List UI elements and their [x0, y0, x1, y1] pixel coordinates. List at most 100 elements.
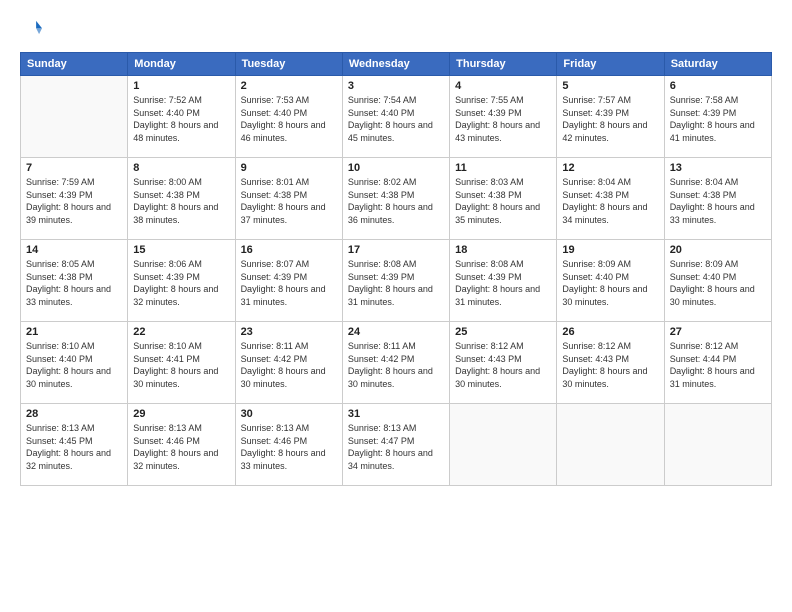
weekday-thursday: Thursday — [450, 53, 557, 76]
week-row-4: 28 Sunrise: 8:13 AMSunset: 4:45 PMDayligh… — [21, 404, 772, 486]
day-cell: 26Sunrise: 8:12 AMSunset: 4:43 PMDayligh… — [557, 322, 664, 404]
header — [20, 18, 772, 40]
weekday-header-row: SundayMondayTuesdayWednesdayThursdayFrid… — [21, 53, 772, 76]
day-number: 18 — [455, 244, 551, 256]
day-number: 23 — [241, 326, 337, 338]
day-cell: 8 Sunrise: 8:00 AMSunset: 4:38 PMDaylight… — [128, 158, 235, 240]
day-cell: 22 Sunrise: 8:10 AMSunset: 4:41 PMDayligh… — [128, 322, 235, 404]
day-cell: 7 Sunrise: 7:59 AMSunset: 4:39 PMDaylight… — [21, 158, 128, 240]
day-info: Sunrise: 7:58 AMSunset: 4:39 PMDaylight:… — [670, 94, 766, 144]
day-number: 26 — [562, 326, 658, 338]
day-number: 21 — [26, 326, 122, 338]
week-row-1: 7 Sunrise: 7:59 AMSunset: 4:39 PMDaylight… — [21, 158, 772, 240]
day-cell: 29 Sunrise: 8:13 AMSunset: 4:46 PMDayligh… — [128, 404, 235, 486]
day-cell: 5 Sunrise: 7:57 AMSunset: 4:39 PMDaylight… — [557, 76, 664, 158]
day-cell: 2Sunrise: 7:53 AMSunset: 4:40 PMDaylight… — [235, 76, 342, 158]
week-row-2: 14 Sunrise: 8:05 AMSunset: 4:38 PMDayligh… — [21, 240, 772, 322]
day-cell: 21 Sunrise: 8:10 AMSunset: 4:40 PMDayligh… — [21, 322, 128, 404]
day-info: Sunrise: 8:08 AMSunset: 4:39 PMDaylight:… — [455, 258, 551, 308]
day-number: 28 — [26, 408, 122, 420]
day-info: Sunrise: 8:13 AMSunset: 4:45 PMDaylight:… — [26, 422, 122, 472]
day-info: Sunrise: 8:08 AMSunset: 4:39 PMDaylight:… — [348, 258, 444, 308]
day-cell: 31 Sunrise: 8:13 AMSunset: 4:47 PMDayligh… — [342, 404, 449, 486]
day-info: Sunrise: 8:03 AMSunset: 4:38 PMDaylight:… — [455, 176, 551, 226]
day-cell: 12Sunrise: 8:04 AMSunset: 4:38 PMDayligh… — [557, 158, 664, 240]
day-info: Sunrise: 8:13 AMSunset: 4:46 PMDaylight:… — [133, 422, 229, 472]
day-cell: 20 Sunrise: 8:09 AMSunset: 4:40 PMDayligh… — [664, 240, 771, 322]
day-cell: 1 Sunrise: 7:52 AMSunset: 4:40 PMDaylight… — [128, 76, 235, 158]
day-number: 30 — [241, 408, 337, 420]
day-info: Sunrise: 8:06 AMSunset: 4:39 PMDaylight:… — [133, 258, 229, 308]
day-number: 11 — [455, 162, 551, 174]
day-info: Sunrise: 8:10 AMSunset: 4:41 PMDaylight:… — [133, 340, 229, 390]
weekday-wednesday: Wednesday — [342, 53, 449, 76]
day-cell: 15Sunrise: 8:06 AMSunset: 4:39 PMDayligh… — [128, 240, 235, 322]
day-info: Sunrise: 8:11 AMSunset: 4:42 PMDaylight:… — [348, 340, 444, 390]
calendar-table: SundayMondayTuesdayWednesdayThursdayFrid… — [20, 52, 772, 486]
day-info: Sunrise: 8:09 AMSunset: 4:40 PMDaylight:… — [670, 258, 766, 308]
day-number: 9 — [241, 162, 337, 174]
weekday-saturday: Saturday — [664, 53, 771, 76]
day-info: Sunrise: 8:01 AMSunset: 4:38 PMDaylight:… — [241, 176, 337, 226]
day-info: Sunrise: 8:13 AMSunset: 4:47 PMDaylight:… — [348, 422, 444, 472]
day-info: Sunrise: 8:12 AMSunset: 4:44 PMDaylight:… — [670, 340, 766, 390]
day-number: 8 — [133, 162, 229, 174]
day-number: 14 — [26, 244, 122, 256]
day-info: Sunrise: 8:12 AMSunset: 4:43 PMDaylight:… — [455, 340, 551, 390]
day-info: Sunrise: 7:55 AMSunset: 4:39 PMDaylight:… — [455, 94, 551, 144]
day-number: 1 — [133, 80, 229, 92]
day-cell: 28 Sunrise: 8:13 AMSunset: 4:45 PMDayligh… — [21, 404, 128, 486]
day-info: Sunrise: 8:07 AMSunset: 4:39 PMDaylight:… — [241, 258, 337, 308]
day-cell: 18 Sunrise: 8:08 AMSunset: 4:39 PMDayligh… — [450, 240, 557, 322]
day-number: 12 — [562, 162, 658, 174]
day-number: 13 — [670, 162, 766, 174]
page: SundayMondayTuesdayWednesdayThursdayFrid… — [0, 0, 792, 612]
day-number: 19 — [562, 244, 658, 256]
day-info: Sunrise: 8:11 AMSunset: 4:42 PMDaylight:… — [241, 340, 337, 390]
day-info: Sunrise: 8:00 AMSunset: 4:38 PMDaylight:… — [133, 176, 229, 226]
day-cell: 24Sunrise: 8:11 AMSunset: 4:42 PMDayligh… — [342, 322, 449, 404]
day-info: Sunrise: 8:10 AMSunset: 4:40 PMDaylight:… — [26, 340, 122, 390]
day-cell: 6Sunrise: 7:58 AMSunset: 4:39 PMDaylight… — [664, 76, 771, 158]
day-cell: 13 Sunrise: 8:04 AMSunset: 4:38 PMDayligh… — [664, 158, 771, 240]
day-info: Sunrise: 8:02 AMSunset: 4:38 PMDaylight:… — [348, 176, 444, 226]
day-number: 25 — [455, 326, 551, 338]
day-cell: 27Sunrise: 8:12 AMSunset: 4:44 PMDayligh… — [664, 322, 771, 404]
day-cell: 11 Sunrise: 8:03 AMSunset: 4:38 PMDayligh… — [450, 158, 557, 240]
weekday-monday: Monday — [128, 53, 235, 76]
day-number: 3 — [348, 80, 444, 92]
day-info: Sunrise: 7:52 AMSunset: 4:40 PMDaylight:… — [133, 94, 229, 144]
day-number: 31 — [348, 408, 444, 420]
weekday-tuesday: Tuesday — [235, 53, 342, 76]
day-cell — [664, 404, 771, 486]
day-cell: 25 Sunrise: 8:12 AMSunset: 4:43 PMDayligh… — [450, 322, 557, 404]
day-info: Sunrise: 7:57 AMSunset: 4:39 PMDaylight:… — [562, 94, 658, 144]
day-info: Sunrise: 8:13 AMSunset: 4:46 PMDaylight:… — [241, 422, 337, 472]
day-number: 17 — [348, 244, 444, 256]
day-info: Sunrise: 7:53 AMSunset: 4:40 PMDaylight:… — [241, 94, 337, 144]
week-row-3: 21 Sunrise: 8:10 AMSunset: 4:40 PMDayligh… — [21, 322, 772, 404]
day-cell — [450, 404, 557, 486]
day-cell: 10 Sunrise: 8:02 AMSunset: 4:38 PMDayligh… — [342, 158, 449, 240]
day-number: 22 — [133, 326, 229, 338]
day-cell — [21, 76, 128, 158]
day-number: 5 — [562, 80, 658, 92]
day-cell: 14 Sunrise: 8:05 AMSunset: 4:38 PMDayligh… — [21, 240, 128, 322]
day-number: 29 — [133, 408, 229, 420]
day-cell: 19 Sunrise: 8:09 AMSunset: 4:40 PMDayligh… — [557, 240, 664, 322]
day-cell: 17 Sunrise: 8:08 AMSunset: 4:39 PMDayligh… — [342, 240, 449, 322]
day-info: Sunrise: 8:05 AMSunset: 4:38 PMDaylight:… — [26, 258, 122, 308]
day-cell: 4Sunrise: 7:55 AMSunset: 4:39 PMDaylight… — [450, 76, 557, 158]
day-info: Sunrise: 8:09 AMSunset: 4:40 PMDaylight:… — [562, 258, 658, 308]
day-number: 20 — [670, 244, 766, 256]
logo-icon — [20, 18, 42, 40]
day-number: 7 — [26, 162, 122, 174]
day-cell: 9 Sunrise: 8:01 AMSunset: 4:38 PMDaylight… — [235, 158, 342, 240]
day-info: Sunrise: 7:59 AMSunset: 4:39 PMDaylight:… — [26, 176, 122, 226]
day-number: 10 — [348, 162, 444, 174]
day-info: Sunrise: 7:54 AMSunset: 4:40 PMDaylight:… — [348, 94, 444, 144]
day-info: Sunrise: 8:04 AMSunset: 4:38 PMDaylight:… — [670, 176, 766, 226]
weekday-friday: Friday — [557, 53, 664, 76]
weekday-sunday: Sunday — [21, 53, 128, 76]
day-number: 16 — [241, 244, 337, 256]
